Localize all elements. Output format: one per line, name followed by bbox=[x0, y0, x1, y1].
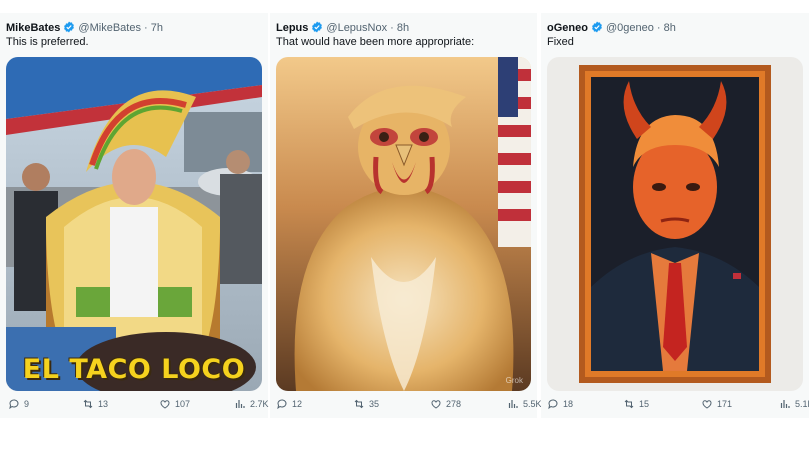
like-count: 278 bbox=[446, 399, 462, 409]
heart-icon bbox=[431, 400, 441, 409]
author-name[interactable]: MikeBates bbox=[6, 22, 60, 34]
tweet-image[interactable]: Grok bbox=[276, 57, 531, 391]
reply-count: 18 bbox=[563, 399, 574, 409]
separator-dot: · bbox=[390, 22, 394, 34]
timestamp[interactable]: 8h bbox=[397, 22, 409, 34]
retweet-icon bbox=[83, 399, 93, 409]
timestamp[interactable]: 8h bbox=[664, 22, 676, 34]
tweet-header: Lepus @LepusNox · 8h bbox=[276, 21, 533, 34]
tweet-image[interactable]: EL TACO LOCO bbox=[6, 57, 262, 391]
like-count: 171 bbox=[717, 399, 733, 409]
tweet-text: That would have been more appropriate: bbox=[276, 36, 475, 48]
tweet-card[interactable]: Lepus @LepusNox · 8h That would have been… bbox=[270, 13, 542, 418]
author-name[interactable]: oGeneo bbox=[547, 22, 588, 34]
views-count: 5.1K bbox=[795, 399, 809, 409]
like-button[interactable]: 278 bbox=[430, 398, 461, 410]
views-icon bbox=[235, 400, 245, 408]
reply-button[interactable]: 12 bbox=[276, 398, 302, 410]
retweet-count: 35 bbox=[369, 399, 380, 409]
action-bar: 9 13 107 2.7K bbox=[6, 398, 269, 412]
retweet-button[interactable]: 35 bbox=[353, 398, 379, 410]
reply-icon bbox=[277, 399, 287, 410]
tweet-header: MikeBates @MikeBates · 7h bbox=[6, 21, 264, 34]
tweet-image[interactable] bbox=[547, 57, 803, 391]
views-button[interactable]: 5.1K bbox=[779, 398, 809, 410]
retweet-button[interactable]: 13 bbox=[82, 398, 108, 410]
reply-count: 12 bbox=[292, 399, 303, 409]
like-button[interactable]: 107 bbox=[159, 398, 190, 410]
tweet-text: This is preferred. bbox=[6, 36, 89, 48]
reply-button[interactable]: 18 bbox=[547, 398, 573, 410]
separator-dot: · bbox=[656, 22, 661, 34]
author-handle[interactable]: @0geneo bbox=[606, 22, 654, 34]
heart-icon bbox=[160, 400, 170, 409]
timestamp[interactable]: 7h bbox=[151, 22, 163, 34]
tweet-card[interactable]: MikeBates @MikeBates · 7h This is preferr… bbox=[0, 13, 269, 418]
views-button[interactable]: 5.5K bbox=[507, 398, 542, 410]
like-count: 107 bbox=[175, 399, 191, 409]
tweet-text: Fixed bbox=[547, 36, 574, 48]
author-name[interactable]: Lepus bbox=[276, 22, 308, 34]
action-bar: 12 35 278 5.5K bbox=[276, 398, 542, 412]
author-handle[interactable]: @LepusNox bbox=[326, 22, 387, 34]
framed-devil-portrait-photo bbox=[547, 57, 803, 391]
views-button[interactable]: 2.7K bbox=[234, 398, 269, 410]
heart-icon bbox=[702, 400, 712, 409]
retweet-count: 15 bbox=[639, 399, 650, 409]
author-handle[interactable]: @MikeBates bbox=[78, 22, 141, 34]
verified-badge-icon bbox=[64, 21, 75, 33]
retweet-icon bbox=[354, 399, 364, 409]
image-caption: EL TACO LOCO bbox=[22, 354, 246, 385]
tweet-header: oGeneo @0geneo · 8h bbox=[547, 21, 805, 34]
reply-count: 9 bbox=[24, 399, 30, 409]
views-count: 2.7K bbox=[250, 399, 269, 409]
reply-icon bbox=[9, 399, 19, 410]
views-icon bbox=[780, 400, 790, 408]
retweet-button[interactable]: 15 bbox=[623, 398, 649, 410]
action-bar: 18 15 171 5.1K bbox=[547, 398, 809, 412]
separator-dot: · bbox=[144, 22, 148, 34]
grok-watermark: Grok bbox=[505, 376, 523, 385]
reply-button[interactable]: 9 bbox=[8, 398, 29, 410]
views-icon bbox=[508, 400, 518, 408]
retweet-count: 13 bbox=[98, 399, 109, 409]
chicken-portrait-photo bbox=[276, 57, 531, 391]
reply-icon bbox=[548, 399, 558, 410]
like-button[interactable]: 171 bbox=[701, 398, 732, 410]
taco-costume-photo bbox=[6, 57, 262, 391]
retweet-icon bbox=[624, 399, 634, 409]
verified-badge-icon bbox=[592, 21, 602, 33]
tweet-card[interactable]: oGeneo @0geneo · 8h Fixed 18 15 171 5.1 bbox=[541, 13, 809, 418]
views-count: 5.5K bbox=[523, 399, 542, 409]
verified-badge-icon bbox=[312, 21, 323, 33]
